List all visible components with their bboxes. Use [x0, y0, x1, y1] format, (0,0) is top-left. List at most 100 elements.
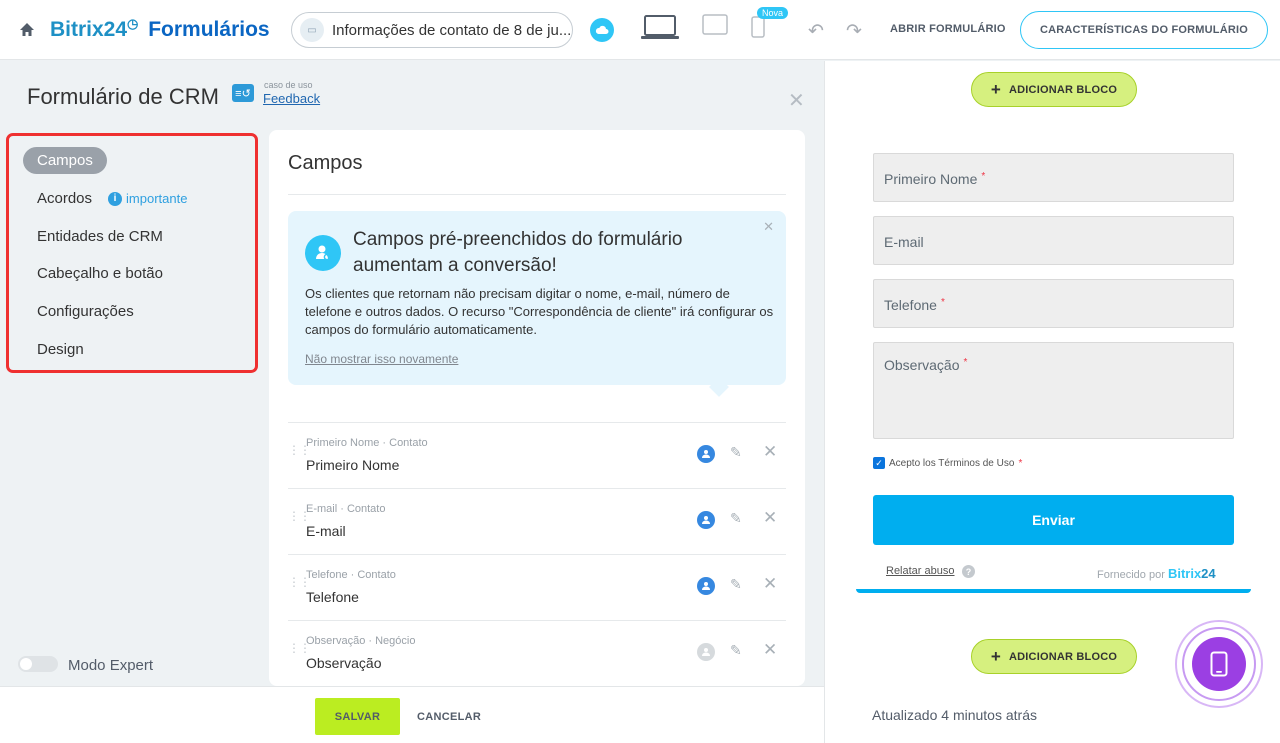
delete-icon[interactable]: ✕ — [763, 640, 777, 660]
submit-button[interactable]: Enviar — [873, 495, 1234, 545]
nav-item-design[interactable]: Design — [27, 336, 94, 363]
use-case-icon: ≡↺ — [232, 84, 254, 102]
cloud-save-icon[interactable] — [590, 18, 614, 42]
edit-icon[interactable]: ✎ — [730, 576, 742, 593]
powered-by: Fornecido por Bitrix24 — [1097, 566, 1216, 581]
nav-item-settings[interactable]: Configurações — [27, 298, 144, 325]
bottom-bar — [0, 686, 824, 743]
required-mark: * — [963, 357, 968, 368]
promo-close-icon[interactable]: ✕ — [763, 219, 774, 235]
mobile-view-icon[interactable] — [751, 16, 765, 38]
preview-input-email[interactable]: E-mail — [873, 216, 1234, 265]
product-name: Formulários — [148, 18, 270, 41]
field-row[interactable]: ⋮⋮ Observação · Negócio Observação ✎ ✕ — [288, 620, 786, 686]
fields-panel-title: Campos — [288, 152, 363, 174]
field-meta: E-mail · Contato — [306, 503, 386, 515]
nav-item-campos[interactable]: Campos — [23, 147, 107, 174]
redo-icon[interactable]: ↷ — [846, 20, 862, 43]
field-name: Telefone — [306, 589, 359, 605]
top-bar: Bitrix24◷ Formulários ▭ Informações de c… — [0, 0, 1280, 60]
nav-item-label: Design — [37, 341, 84, 358]
promo-dismiss-link[interactable]: Não mostrar isso novamente — [305, 352, 458, 366]
report-abuse-link[interactable]: Relatar abuso — [886, 565, 955, 577]
prefill-promo-card: Campos pré-preenchidos do formulário aum… — [288, 211, 786, 385]
settings-nav: Campos Acordos i importante Entidades de C… — [6, 133, 258, 373]
smartphone-icon — [1210, 651, 1228, 677]
add-block-button[interactable]: + ADICIONAR BLOCO — [971, 72, 1137, 107]
client-match-icon[interactable] — [697, 445, 715, 463]
page-title: Formulário de CRM — [27, 84, 219, 109]
nav-item-acordos[interactable]: Acordos i importante — [27, 185, 197, 212]
nav-item-header-button[interactable]: Cabeçalho e botão — [27, 260, 173, 287]
open-form-button[interactable]: ABRIR FORMULÁRIO — [890, 23, 1006, 35]
drag-handle-icon[interactable]: ⋮⋮ — [288, 510, 311, 522]
add-block-button[interactable]: + ADICIONAR BLOCO — [971, 639, 1137, 674]
help-icon[interactable]: ? — [962, 565, 975, 578]
important-badge[interactable]: i importante — [108, 191, 187, 206]
field-meta: Primeiro Nome · Contato — [306, 437, 428, 449]
required-mark: * — [1018, 457, 1023, 469]
use-case-link[interactable]: Feedback — [263, 91, 320, 106]
field-name: E-mail — [306, 523, 346, 539]
preview-input-first-name[interactable]: Primeiro Nome * — [873, 153, 1234, 202]
nav-item-label: Acordos — [37, 190, 93, 207]
use-case-label: caso de uso — [264, 80, 313, 90]
add-block-label: ADICIONAR BLOCO — [1009, 83, 1118, 96]
updated-status: Atualizado 4 minutos atrás — [872, 707, 1037, 723]
home-icon[interactable] — [18, 21, 36, 39]
input-label: Telefone — [884, 297, 937, 313]
expert-mode-toggle[interactable] — [18, 656, 58, 672]
close-icon[interactable]: ✕ — [788, 88, 805, 113]
undo-icon[interactable]: ↶ — [808, 20, 824, 43]
form-bottom-border — [856, 589, 1251, 593]
form-selector[interactable]: ▭ Informações de contato de 8 de ju... — [291, 12, 573, 48]
nav-item-label: Configurações — [37, 303, 134, 320]
terms-checkbox-row[interactable]: ✓ Acepto los Términos de Uso * — [873, 457, 1022, 469]
mobile-preview-button[interactable] — [1175, 620, 1263, 708]
edit-icon[interactable]: ✎ — [730, 444, 742, 461]
form-characteristics-button[interactable]: CARACTERÍSTICAS DO FORMULÁRIO — [1020, 11, 1268, 49]
preview-input-phone[interactable]: Telefone * — [873, 279, 1234, 328]
powered-brand-name: Bitrix — [1167, 566, 1202, 581]
edit-icon[interactable]: ✎ — [730, 642, 742, 659]
delete-icon[interactable]: ✕ — [763, 574, 777, 594]
new-badge: Nova — [757, 7, 789, 19]
preview-textarea-note[interactable]: Observação * — [873, 342, 1234, 439]
checkbox-checked-icon[interactable]: ✓ — [873, 457, 885, 469]
field-row[interactable]: ⋮⋮ Telefone · Contato Telefone ✎ ✕ — [288, 554, 786, 620]
client-match-icon[interactable] — [697, 643, 715, 661]
drag-handle-icon[interactable]: ⋮⋮ — [288, 576, 311, 588]
terms-label: Acepto los Términos de Uso — [889, 457, 1015, 469]
save-button[interactable]: SALVAR — [315, 698, 400, 735]
info-icon: i — [108, 191, 123, 206]
delete-icon[interactable]: ✕ — [763, 508, 777, 528]
drag-handle-icon[interactable]: ⋮⋮ — [288, 642, 311, 654]
drag-handle-icon[interactable]: ⋮⋮ — [288, 444, 311, 456]
mobile-preview-ring — [1182, 627, 1256, 701]
desktop-view-icon[interactable] — [641, 14, 679, 40]
tablet-view-icon[interactable] — [702, 14, 728, 36]
important-label: importante — [126, 191, 188, 206]
client-match-icon[interactable] — [697, 511, 715, 529]
field-row[interactable]: ⋮⋮ E-mail · Contato E-mail ✎ ✕ — [288, 488, 786, 554]
field-row[interactable]: ⋮⋮ Primeiro Nome · Contato Primeiro Nome… — [288, 422, 786, 488]
field-name: Primeiro Nome — [306, 457, 400, 473]
nav-item-label: Campos — [37, 152, 93, 169]
client-match-icon[interactable] — [697, 577, 715, 595]
delete-icon[interactable]: ✕ — [763, 442, 777, 462]
cancel-button[interactable]: CANCELAR — [417, 711, 481, 723]
nav-item-crm-entities[interactable]: Entidades de CRM — [27, 223, 173, 250]
input-label: Primeiro Nome — [884, 171, 978, 187]
plus-icon: + — [990, 79, 1002, 99]
promo-title: Campos pré-preenchidos do formulário aum… — [353, 229, 683, 276]
required-mark: * — [940, 297, 945, 308]
field-meta: Observação · Negócio — [306, 635, 416, 647]
form-thumbnail-icon: ▭ — [300, 18, 324, 42]
powered-by-label: Fornecido por — [1097, 569, 1165, 581]
brand-logo[interactable]: Bitrix24◷ Formulários — [50, 16, 270, 42]
edit-icon[interactable]: ✎ — [730, 510, 742, 527]
fields-panel: Campos Campos pré-preenchidos do formulá… — [269, 130, 805, 686]
field-meta: Telefone · Contato — [306, 569, 396, 581]
powered-brand: Bitrix24 — [1168, 566, 1216, 581]
powered-brand-number: 24 — [1201, 566, 1216, 581]
